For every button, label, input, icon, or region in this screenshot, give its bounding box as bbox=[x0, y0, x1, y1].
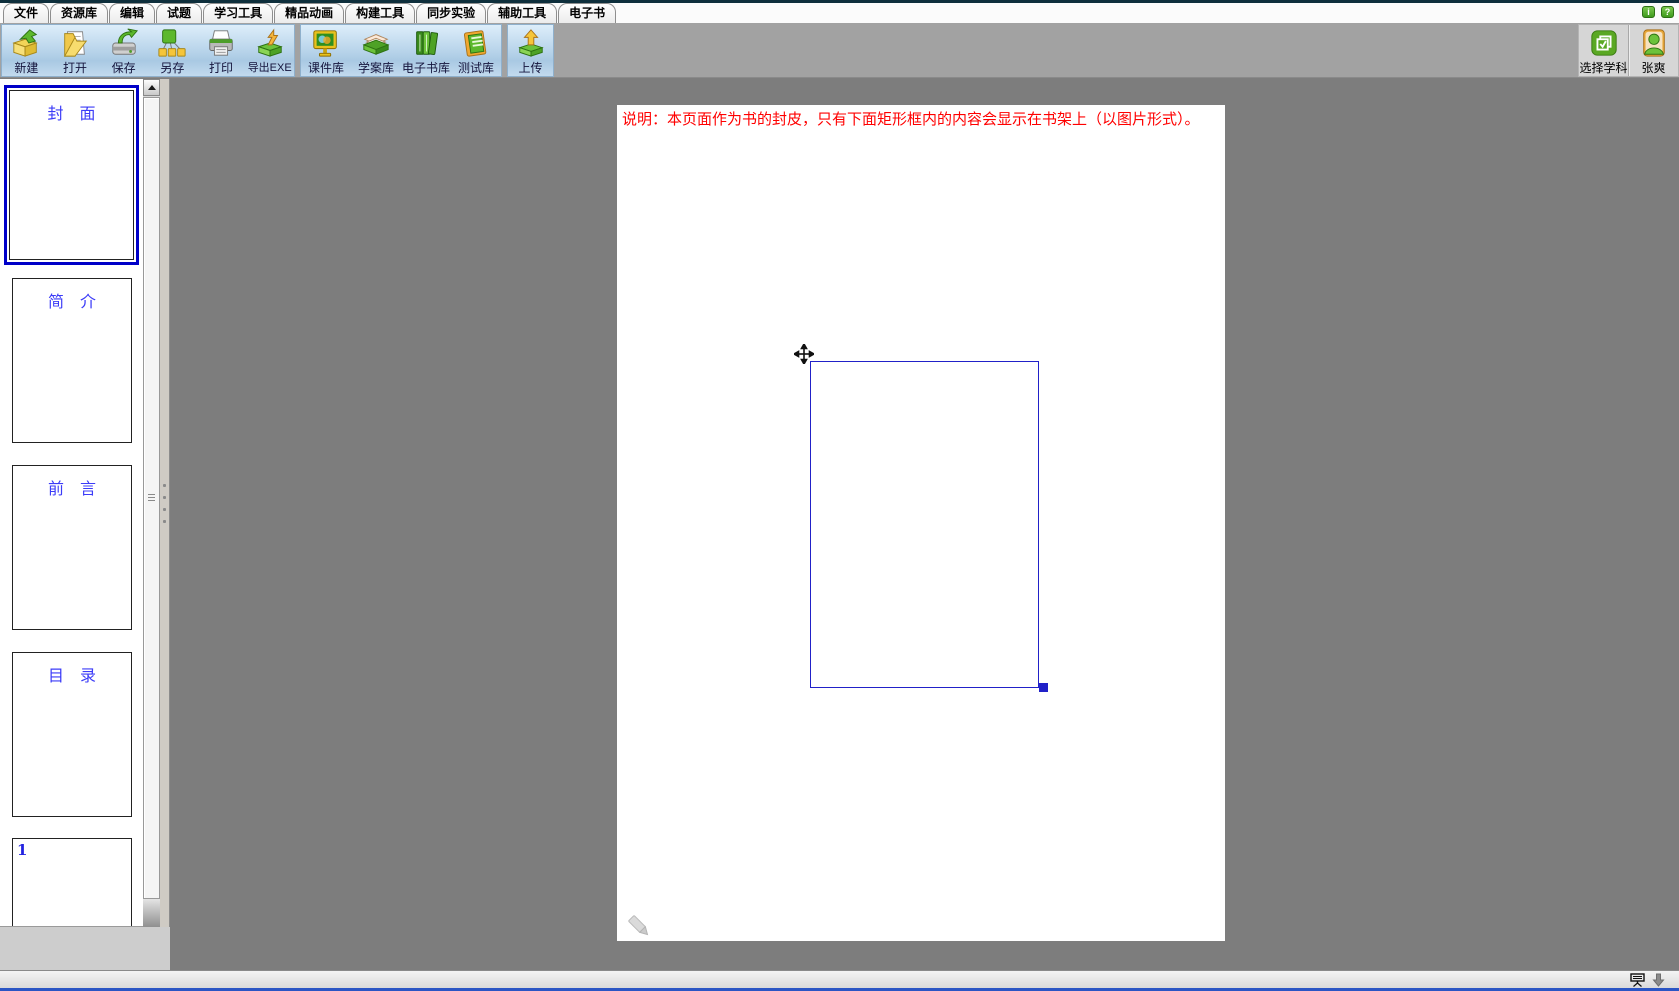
sidebar-page-1-title: 1 bbox=[13, 839, 131, 859]
ebook-library-button[interactable]: 电子书库 bbox=[401, 25, 451, 76]
new-button-label: 新建 bbox=[14, 59, 38, 76]
save-as-button[interactable]: 另存 bbox=[148, 25, 197, 76]
save-as-icon bbox=[157, 28, 187, 58]
editor-canvas: 说明：本页面作为书的封皮，只有下面矩形框内的内容会显示在书架上（以图片形式）。 bbox=[170, 79, 1679, 970]
thumbnail-scrollbar[interactable] bbox=[143, 79, 160, 927]
tab-resource-library[interactable]: 资源库 bbox=[50, 3, 108, 23]
pencil-icon bbox=[627, 913, 651, 939]
lesson-plan-library-icon bbox=[361, 28, 391, 58]
info-icon[interactable]: i bbox=[1642, 6, 1655, 18]
ebook-library-icon bbox=[411, 28, 441, 58]
splitter-grip-icon bbox=[163, 484, 166, 532]
sidebar-page-intro-title: 简 介 bbox=[13, 279, 131, 312]
sidebar-bottom-strip bbox=[0, 927, 170, 970]
export-exe-button-label: 导出EXE bbox=[248, 59, 292, 75]
app-window: 文件 资源库 编辑 试题 学习工具 精品动画 构建工具 同步实验 辅助工具 电子… bbox=[0, 0, 1679, 991]
tab-learning-tools[interactable]: 学习工具 bbox=[203, 3, 273, 23]
select-subject-button[interactable]: 选择学科 bbox=[1579, 25, 1628, 76]
download-arrow-icon[interactable] bbox=[1651, 973, 1666, 987]
cover-display-rectangle[interactable] bbox=[810, 361, 1039, 688]
user-button[interactable]: 张爽 bbox=[1628, 25, 1678, 76]
new-button[interactable]: 新建 bbox=[2, 25, 51, 76]
tab-questions[interactable]: 试题 bbox=[156, 3, 202, 23]
sidebar-page-foreword-title: 前 言 bbox=[13, 466, 131, 499]
select-subject-icon bbox=[1589, 28, 1619, 58]
test-library-icon bbox=[461, 28, 491, 58]
export-exe-icon bbox=[255, 28, 285, 58]
tab-sync-experiment[interactable]: 同步实验 bbox=[416, 3, 486, 23]
sidebar-page-toc[interactable]: 目 录 bbox=[12, 652, 132, 817]
sidebar-page-cover[interactable]: 封 面 bbox=[4, 85, 139, 265]
help-icon[interactable]: ? bbox=[1661, 6, 1674, 18]
upload-button-label: 上传 bbox=[518, 59, 542, 76]
save-button-label: 保存 bbox=[112, 59, 136, 76]
upload-button-group: 上传 bbox=[507, 24, 554, 77]
user-button-label: 张爽 bbox=[1641, 59, 1665, 76]
sidebar-page-1[interactable]: 1 bbox=[12, 838, 132, 927]
print-icon bbox=[206, 28, 236, 58]
tab-ebook[interactable]: 电子书 bbox=[558, 3, 616, 23]
presentation-icon[interactable] bbox=[1630, 973, 1645, 987]
print-button-label: 打印 bbox=[209, 59, 233, 76]
move-cursor-icon bbox=[794, 344, 814, 364]
sidebar-page-cover-frame: 封 面 bbox=[9, 90, 134, 260]
cover-note-text: 说明：本页面作为书的封皮，只有下面矩形框内的内容会显示在书架上（以图片形式）。 bbox=[622, 108, 1200, 129]
tab-file[interactable]: 文件 bbox=[3, 3, 49, 23]
cover-page[interactable]: 说明：本页面作为书的封皮，只有下面矩形框内的内容会显示在书架上（以图片形式）。 bbox=[617, 105, 1225, 941]
open-button-label: 打开 bbox=[63, 59, 87, 76]
library-button-group: 课件库 学案库 电子 bbox=[300, 24, 502, 77]
scrollbar-thumb[interactable] bbox=[143, 97, 160, 899]
print-button[interactable]: 打印 bbox=[197, 25, 246, 76]
open-button[interactable]: 打开 bbox=[51, 25, 100, 76]
upload-button[interactable]: 上传 bbox=[508, 25, 553, 76]
courseware-library-icon bbox=[311, 28, 341, 58]
sidebar-page-cover-title: 封 面 bbox=[10, 91, 133, 124]
user-avatar-icon bbox=[1639, 28, 1669, 58]
courseware-library-button-label: 课件库 bbox=[308, 59, 344, 76]
ebook-library-button-label: 电子书库 bbox=[402, 59, 450, 76]
upload-icon bbox=[516, 28, 546, 58]
select-subject-button-label: 选择学科 bbox=[1579, 59, 1627, 76]
open-folder-icon bbox=[60, 28, 90, 58]
status-bar bbox=[0, 970, 1679, 988]
tab-build-tools[interactable]: 构建工具 bbox=[345, 3, 415, 23]
main-toolbar: 新建 打开 保存 bbox=[0, 23, 1679, 78]
menu-tab-bar: 文件 资源库 编辑 试题 学习工具 精品动画 构建工具 同步实验 辅助工具 电子… bbox=[0, 3, 1679, 23]
page-thumbnail-sidebar: 封 面 简 介 前 言 目 录 1 bbox=[0, 79, 160, 927]
tab-auxiliary-tools[interactable]: 辅助工具 bbox=[487, 3, 557, 23]
sidebar-page-toc-title: 目 录 bbox=[13, 653, 131, 686]
courseware-library-button[interactable]: 课件库 bbox=[301, 25, 351, 76]
scroll-up-button[interactable] bbox=[143, 79, 160, 96]
save-button[interactable]: 保存 bbox=[99, 25, 148, 76]
new-document-icon bbox=[11, 28, 41, 58]
test-library-button[interactable]: 测试库 bbox=[451, 25, 501, 76]
sidebar-splitter[interactable] bbox=[160, 79, 170, 927]
export-exe-button[interactable]: 导出EXE bbox=[245, 25, 294, 76]
scrollbar-track[interactable] bbox=[143, 899, 160, 927]
save-as-button-label: 另存 bbox=[160, 59, 184, 76]
sidebar-page-intro[interactable]: 简 介 bbox=[12, 278, 132, 443]
tab-edit[interactable]: 编辑 bbox=[109, 3, 155, 23]
file-button-group: 新建 打开 保存 bbox=[1, 24, 295, 77]
test-library-button-label: 测试库 bbox=[458, 59, 494, 76]
sidebar-page-foreword[interactable]: 前 言 bbox=[12, 465, 132, 630]
lesson-plan-library-button-label: 学案库 bbox=[358, 59, 394, 76]
scrollbar-thumb-grip bbox=[148, 494, 155, 503]
scroll-up-arrow-icon bbox=[148, 85, 156, 90]
tab-featured-animations[interactable]: 精品动画 bbox=[274, 3, 344, 23]
save-icon bbox=[109, 28, 139, 58]
resize-handle[interactable] bbox=[1039, 683, 1048, 692]
account-button-group: 选择学科 张爽 bbox=[1578, 24, 1679, 77]
lesson-plan-library-button[interactable]: 学案库 bbox=[351, 25, 401, 76]
